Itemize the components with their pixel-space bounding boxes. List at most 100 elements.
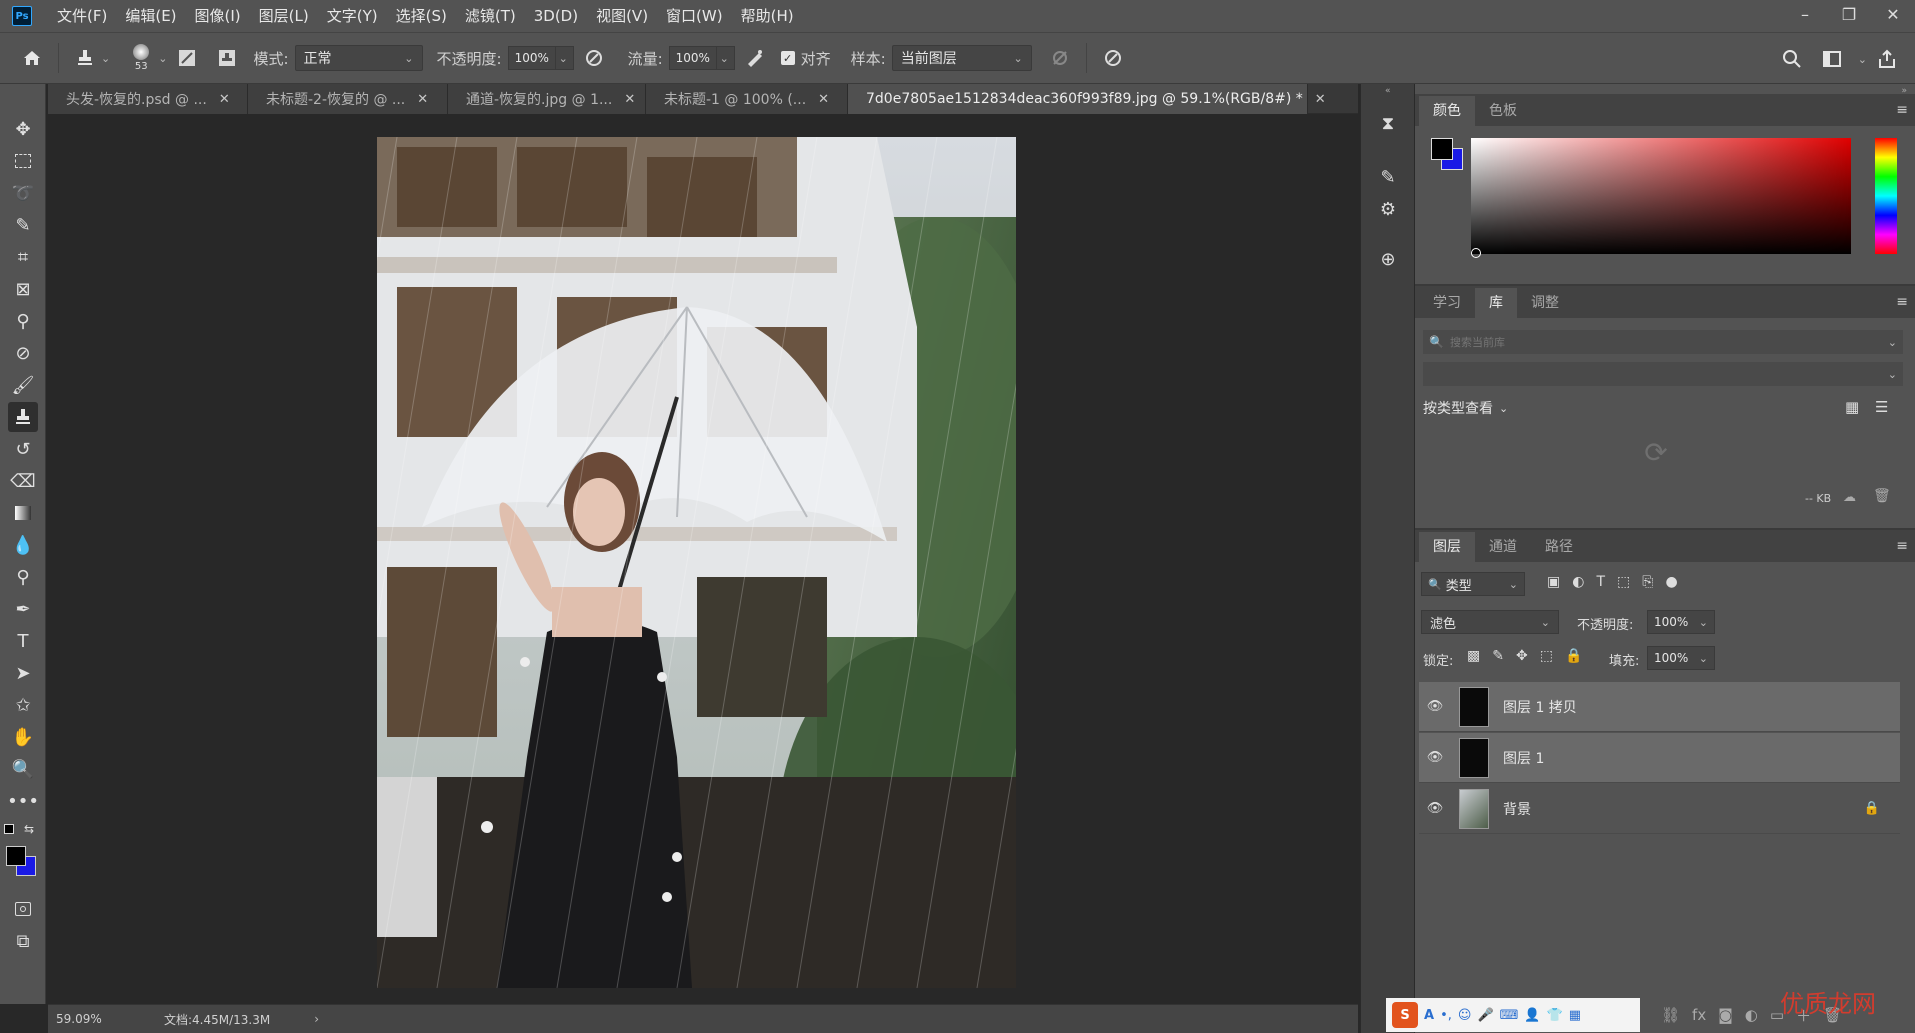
chevron-right-icon[interactable]: ›	[314, 1012, 319, 1026]
visibility-eye-icon[interactable]: 👁	[1419, 801, 1451, 816]
history-brush-tool-icon[interactable]: ↺	[8, 434, 38, 464]
ime-punct-icon[interactable]: •,	[1440, 1008, 1452, 1023]
layer-row[interactable]: 👁 图层 1	[1419, 733, 1900, 783]
opacity-dropdown[interactable]: ⌄	[555, 46, 574, 70]
history-panel-icon[interactable]: ⧗	[1375, 110, 1401, 136]
chevron-down-icon[interactable]: ⌄	[1888, 336, 1897, 349]
visibility-eye-icon[interactable]: 👁	[1419, 750, 1451, 765]
document-tab-active[interactable]: 7d0e7805ae1512834deac360f993f89.jpg @ 59…	[848, 84, 1326, 114]
menu-3d[interactable]: 3D(D)	[525, 0, 587, 32]
airbrush-icon[interactable]	[741, 44, 769, 72]
menu-filter[interactable]: 滤镜(T)	[456, 0, 525, 32]
home-icon[interactable]	[18, 44, 46, 72]
library-select[interactable]: ⌄	[1423, 362, 1903, 386]
panel-menu-icon[interactable]: ≡	[1896, 538, 1908, 554]
view-by-type[interactable]: 按类型查看 ⌄	[1423, 398, 1508, 418]
close-icon[interactable]: ✕	[818, 92, 829, 107]
blend-mode-select[interactable]: 滤色 ⌄	[1421, 610, 1559, 634]
clone-source-icon[interactable]	[213, 44, 241, 72]
mode-select[interactable]: 正常 ⌄	[294, 45, 423, 71]
minimize-button[interactable]: –	[1783, 0, 1827, 28]
sogou-logo-icon[interactable]: S	[1392, 1002, 1418, 1028]
align-checkbox[interactable]: ✓	[780, 51, 795, 65]
properties-panel-icon[interactable]: ⚙	[1375, 196, 1401, 222]
gradient-tool-icon[interactable]	[8, 498, 38, 528]
tab-learn[interactable]: 学习	[1419, 288, 1475, 318]
clone-stamp-tool-icon[interactable]	[8, 402, 38, 432]
ime-voice-icon[interactable]: 🎤	[1477, 1008, 1493, 1023]
close-icon[interactable]: ✕	[1315, 92, 1326, 107]
type-filter-icon[interactable]: T	[1596, 574, 1605, 590]
layer-row[interactable]: 👁 图层 1 拷贝	[1419, 682, 1900, 732]
crop-tool-icon[interactable]: ⌗	[8, 242, 38, 272]
pen-tool-icon[interactable]: ✒	[8, 594, 38, 624]
search-icon[interactable]	[1778, 45, 1806, 73]
ime-keyboard-icon[interactable]: ⌨	[1500, 1008, 1519, 1023]
panel-menu-icon[interactable]: ≡	[1896, 102, 1908, 118]
brush-tool-icon[interactable]: 🖌	[8, 370, 38, 400]
eyedropper-tool-icon[interactable]: ⚲	[8, 306, 38, 336]
more-tools-icon[interactable]: •••	[7, 786, 39, 816]
fx-icon[interactable]: fx	[1692, 1006, 1706, 1024]
layer-opacity-input[interactable]: 100% ⌄	[1647, 610, 1715, 634]
ime-user-icon[interactable]: 👤	[1524, 1008, 1540, 1023]
flow-input[interactable]: 100%	[668, 46, 717, 70]
move-tool-icon[interactable]: ✥	[8, 114, 38, 144]
menu-type[interactable]: 文字(Y)	[318, 0, 387, 32]
collapse-icon[interactable]: «	[1385, 86, 1391, 96]
link-layers-icon[interactable]: ⛓	[1661, 1006, 1680, 1024]
zoom-tool-icon[interactable]: 🔍	[8, 754, 38, 784]
pressure-opacity-icon[interactable]	[580, 44, 608, 72]
sample-select[interactable]: 当前图层 ⌄	[891, 45, 1032, 71]
library-search[interactable]: 🔍 ⌄	[1423, 330, 1903, 354]
ime-char-mode-icon[interactable]: A	[1424, 1008, 1434, 1023]
tab-library[interactable]: 库	[1475, 288, 1517, 318]
workspace-icon[interactable]	[1818, 45, 1846, 73]
menu-select[interactable]: 选择(S)	[387, 0, 456, 32]
lock-all-icon[interactable]: 🔒	[1565, 648, 1582, 664]
menu-layer[interactable]: 图层(L)	[250, 0, 318, 32]
shape-tool-icon[interactable]: ✩	[8, 690, 38, 720]
document-tab[interactable]: 头发-恢复的.psd @ ... ✕	[48, 84, 248, 114]
clone-source-panel-icon[interactable]: ⊕	[1375, 246, 1401, 272]
quick-mask-icon[interactable]	[8, 894, 38, 924]
foreground-color-swatch[interactable]	[6, 846, 26, 866]
layer-row[interactable]: 👁 背景 🔒	[1419, 784, 1900, 834]
lasso-tool-icon[interactable]: ➰	[8, 178, 38, 208]
chevron-down-icon[interactable]: ⌄	[1858, 53, 1867, 66]
menu-image[interactable]: 图像(I)	[186, 0, 250, 32]
close-icon[interactable]: ✕	[624, 92, 635, 107]
healing-brush-tool-icon[interactable]: ⊘	[8, 338, 38, 368]
path-selection-tool-icon[interactable]: ➤	[8, 658, 38, 688]
tab-adjustments[interactable]: 调整	[1517, 288, 1573, 318]
lock-transparent-icon[interactable]: ▩	[1467, 648, 1480, 664]
ignore-adjustment-layers-icon[interactable]	[1046, 44, 1074, 72]
color-picker-handle[interactable]	[1471, 248, 1481, 258]
ime-skin-icon[interactable]: 👕	[1547, 1008, 1563, 1023]
ime-toolbox-icon[interactable]: ▦	[1569, 1008, 1581, 1023]
adjustment-filter-icon[interactable]: ◐	[1572, 574, 1584, 590]
fg-color-swatch[interactable]	[1431, 138, 1453, 160]
clone-stamp-preset-icon[interactable]	[71, 44, 99, 72]
canvas-area[interactable]	[48, 114, 1358, 1004]
eraser-tool-icon[interactable]: ⌫	[8, 466, 38, 496]
menu-edit[interactable]: 编辑(E)	[116, 0, 185, 32]
lock-pixels-icon[interactable]: ✎	[1492, 648, 1504, 664]
chevron-down-icon[interactable]: ⌄	[158, 52, 167, 65]
chevron-down-icon[interactable]: ⌄	[101, 52, 110, 65]
color-picker-field[interactable]	[1471, 138, 1851, 254]
lock-artboard-icon[interactable]: ⬚	[1540, 648, 1553, 664]
fill-input[interactable]: 100% ⌄	[1647, 646, 1715, 670]
tab-color[interactable]: 颜色	[1419, 96, 1475, 126]
add-mask-icon[interactable]: ◙	[1718, 1006, 1733, 1024]
chevron-down-icon[interactable]: ⌄	[1699, 616, 1708, 629]
grid-view-icon[interactable]: ▦	[1845, 398, 1859, 416]
close-icon[interactable]: ✕	[417, 92, 428, 107]
trash-icon[interactable]: 🗑	[1873, 488, 1891, 504]
library-search-input[interactable]	[1449, 335, 1888, 349]
brush-preset-picker[interactable]: 53	[124, 44, 158, 72]
tab-paths[interactable]: 路径	[1531, 532, 1587, 562]
flow-dropdown[interactable]: ⌄	[716, 46, 735, 70]
list-view-icon[interactable]: ☰	[1875, 398, 1888, 416]
close-window-button[interactable]: ✕	[1871, 0, 1915, 28]
